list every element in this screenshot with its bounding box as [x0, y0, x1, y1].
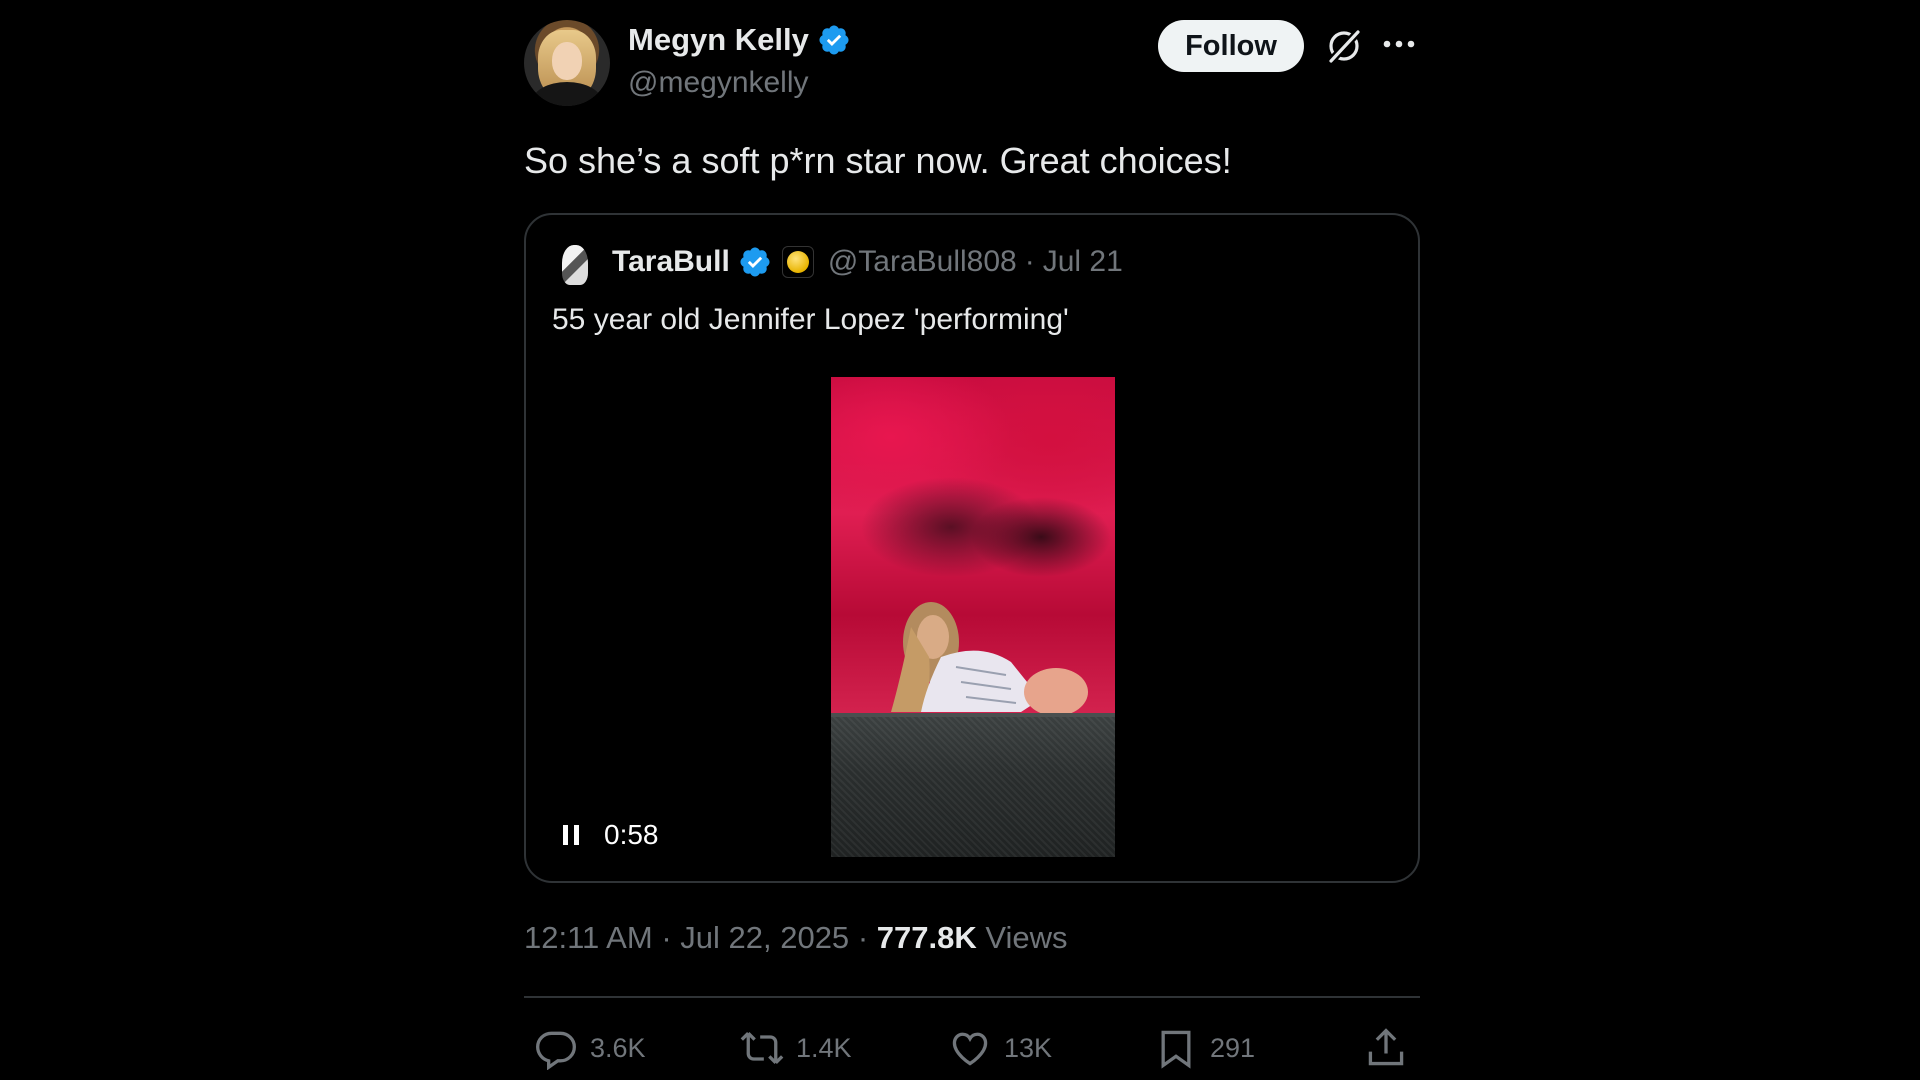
- quote-tweet-card[interactable]: TaraBull @TaraBull808 · Jul 21 55 year o…: [524, 213, 1420, 883]
- views-count: 777.8K: [876, 920, 977, 955]
- reply-button[interactable]: 3.6K: [534, 1026, 646, 1070]
- tweet: Megyn Kelly @megynkelly Follow So she’s …: [524, 0, 1420, 1080]
- author-name-row: Megyn Kelly: [628, 22, 851, 58]
- quote-avatar-figure: [562, 245, 588, 285]
- author-name[interactable]: Megyn Kelly: [628, 22, 809, 58]
- tweet-header: Megyn Kelly @megynkelly Follow: [524, 20, 1420, 110]
- like-button[interactable]: 13K: [948, 1026, 1052, 1070]
- follow-button[interactable]: Follow: [1158, 20, 1304, 72]
- bookmark-icon: [1161, 1030, 1191, 1069]
- repost-icon: [740, 1031, 784, 1065]
- avatar-face: [552, 42, 582, 80]
- heart-icon: [952, 1032, 988, 1066]
- share-button[interactable]: [1364, 1026, 1408, 1070]
- video-performer: [891, 602, 1088, 716]
- video-stage: [831, 717, 1115, 857]
- bookmark-button[interactable]: 291: [1154, 1026, 1255, 1070]
- separator-dot: ·: [1024, 245, 1035, 278]
- quote-text: 55 year old Jennifer Lopez 'performing': [552, 303, 1069, 336]
- post-date[interactable]: Jul 22, 2025: [680, 920, 849, 955]
- affiliate-badge-icon: [781, 246, 814, 278]
- more-icon[interactable]: [1382, 34, 1416, 54]
- quote-author-handle: @TaraBull808: [827, 245, 1017, 278]
- video-time: 0:58: [604, 819, 659, 850]
- reply-count: 3.6K: [590, 1032, 646, 1063]
- repost-count: 1.4K: [796, 1032, 852, 1063]
- tweet-text: So she’s a soft p*rn star now. Great cho…: [524, 140, 1232, 181]
- verified-badge-icon: [819, 25, 849, 55]
- separator-dot: ·: [661, 920, 672, 955]
- divider: [524, 996, 1420, 998]
- post-time[interactable]: 12:11 AM: [524, 920, 653, 955]
- share-icon: [1368, 1028, 1404, 1066]
- repost-button[interactable]: 1.4K: [740, 1026, 852, 1070]
- separator-dot: ·: [857, 920, 869, 955]
- pause-icon[interactable]: [560, 823, 582, 847]
- quote-date[interactable]: Jul 21: [1043, 245, 1123, 279]
- action-bar: 3.6K 1.4K 13K 291: [524, 1026, 1420, 1074]
- quote-avatar[interactable]: [552, 241, 600, 289]
- verified-badge-icon: [740, 247, 770, 277]
- avatar[interactable]: [524, 20, 610, 106]
- reply-icon: [536, 1031, 576, 1070]
- grok-icon[interactable]: [1324, 26, 1364, 66]
- video-player[interactable]: [831, 377, 1115, 857]
- author-handle[interactable]: @megynkelly: [628, 66, 809, 100]
- views-label: Views: [985, 920, 1068, 955]
- tweet-metadata: 12:11 AM · Jul 22, 2025 · 777.8K Views: [524, 920, 1068, 956]
- like-count: 13K: [1004, 1032, 1053, 1063]
- quote-header: TaraBull @TaraBull808 · Jul 21: [612, 245, 1123, 279]
- quote-author-name[interactable]: TaraBull: [612, 245, 730, 279]
- bookmark-count: 291: [1210, 1032, 1256, 1063]
